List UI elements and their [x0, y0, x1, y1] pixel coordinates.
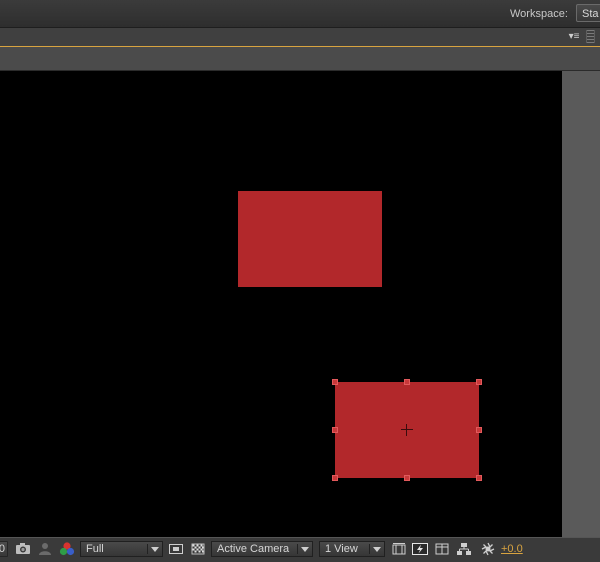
exposure-value[interactable]: +0.0 [501, 543, 523, 555]
transform-handle-top-center[interactable] [404, 379, 410, 385]
show-snapshot-icon[interactable] [36, 541, 54, 557]
transparency-grid-icon[interactable] [189, 541, 207, 557]
application-bar: Workspace: Sta [0, 0, 600, 28]
fast-previews-icon[interactable] [410, 541, 430, 557]
magnification-field[interactable]: 0 [0, 541, 8, 557]
resolution-value: Full [86, 543, 104, 555]
anchor-point-icon[interactable] [401, 424, 413, 436]
transform-handle-middle-left[interactable] [332, 427, 338, 433]
rgb-channels-icon[interactable] [58, 541, 76, 557]
chevron-down-icon [373, 547, 381, 552]
region-of-interest-icon[interactable] [167, 541, 185, 557]
reset-exposure-icon[interactable] [479, 541, 497, 557]
camera-value: Active Camera [217, 543, 290, 555]
transform-handle-middle-right[interactable] [476, 427, 482, 433]
timeline-icon[interactable] [433, 541, 451, 557]
composition-canvas[interactable] [0, 71, 562, 537]
panel-menu-icon[interactable]: ▾≡ [566, 31, 582, 43]
resolution-dropdown[interactable]: Full [80, 541, 163, 557]
flowchart-icon[interactable] [455, 541, 473, 557]
camera-dropdown[interactable]: Active Camera [211, 541, 313, 557]
composition-status-bar: 0 Full Active Camera 1 View +0.0 [0, 537, 600, 562]
workspace-label: Workspace: [510, 8, 568, 20]
view-layout-value: 1 View [325, 543, 358, 555]
transform-handle-top-right[interactable] [476, 379, 482, 385]
viewer-side-area [562, 71, 600, 537]
transform-handle-bottom-left[interactable] [332, 475, 338, 481]
solid-layer-upper[interactable] [238, 191, 382, 287]
view-layout-dropdown[interactable]: 1 View [319, 541, 385, 557]
composition-panel-header: ▾≡ [0, 28, 600, 47]
panel-grip-icon[interactable] [586, 30, 595, 43]
transform-handle-bottom-right[interactable] [476, 475, 482, 481]
chevron-down-icon [301, 547, 309, 552]
toggle-mask-icon[interactable] [390, 541, 408, 557]
snapshot-camera-icon[interactable] [14, 541, 32, 557]
transform-handle-bottom-center[interactable] [404, 475, 410, 481]
workspace-dropdown[interactable]: Sta [576, 4, 600, 22]
composition-tab-strip [0, 47, 600, 71]
chevron-down-icon [151, 547, 159, 552]
transform-handle-top-left[interactable] [332, 379, 338, 385]
solid-layer-selected[interactable] [332, 379, 482, 481]
